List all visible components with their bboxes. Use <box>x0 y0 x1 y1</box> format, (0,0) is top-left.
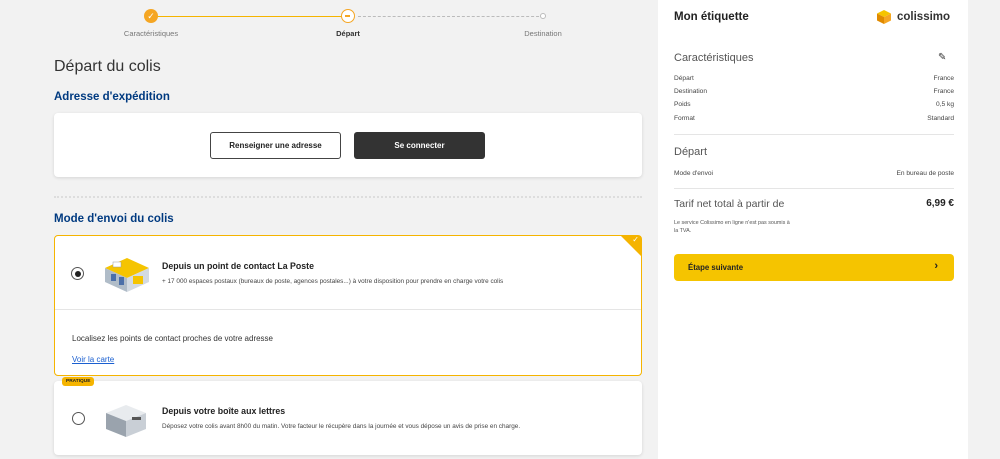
step-label-caracteristiques[interactable]: Caractéristiques <box>124 29 178 38</box>
step-done-check-icon: ✓ <box>144 9 158 23</box>
login-button[interactable]: Se connecter <box>354 132 485 159</box>
step-todo-dot <box>540 13 546 19</box>
next-step-button[interactable]: Étape suivante › <box>674 254 954 281</box>
option-description: Déposez votre colis avant 8h00 du matin.… <box>162 423 521 430</box>
stepper-line-todo <box>358 16 544 17</box>
chevron-right-icon: › <box>934 260 938 272</box>
label-summary-panel: Mon étiquette colissimo Caractéristiques… <box>658 0 968 459</box>
radio-post-office[interactable] <box>71 267 84 280</box>
price-value: 6,99 € <box>926 198 954 209</box>
option-post-office[interactable]: ✓ Depuis un point de contact La Poste + … <box>54 235 642 376</box>
option-description: + 17 000 espaces postaux (bureaux de pos… <box>162 278 504 285</box>
next-step-label: Étape suivante <box>688 263 744 272</box>
brand-name: colissimo <box>897 11 951 23</box>
summary-row: Format Standard <box>674 115 954 122</box>
section-divider <box>54 196 642 198</box>
letterbox-illustration <box>106 405 146 437</box>
vat-note: Le service Colissimo en ligne n'est pas … <box>674 220 790 234</box>
stepper-line-done <box>150 16 347 17</box>
post-office-illustration <box>105 258 149 292</box>
step-label-depart: Départ <box>336 29 360 38</box>
step-current-dot <box>341 9 355 23</box>
enter-address-button[interactable]: Renseigner une adresse <box>210 132 341 159</box>
price-label: Tarif net total à partir de <box>674 198 785 210</box>
option-title: Depuis votre boîte aux lettres <box>162 406 286 416</box>
pratique-badge: PRATIQUE <box>62 377 95 386</box>
option-title: Depuis un point de contact La Poste <box>162 261 315 271</box>
locate-text: Localisez les points de contact proches … <box>72 334 274 343</box>
summary-row: Poids 0,5 kg <box>674 101 954 108</box>
summary-row: Destination France <box>674 88 954 95</box>
colissimo-logo: colissimo <box>876 9 950 25</box>
pencil-icon[interactable]: ✎ <box>938 52 946 63</box>
selected-check-icon: ✓ <box>632 235 639 244</box>
see-map-link[interactable]: Voir la carte <box>72 355 114 364</box>
summary-title: Mon étiquette <box>674 11 749 23</box>
summary-row: Mode d'envoi En bureau de poste <box>674 170 954 177</box>
mode-section-title: Mode d'envoi du colis <box>54 213 174 225</box>
option-divider <box>55 309 641 310</box>
step-label-destination: Destination <box>524 29 562 38</box>
colissimo-logo-icon <box>877 10 891 24</box>
departure-title: Départ <box>674 146 708 158</box>
page-title: Départ du colis <box>54 58 161 75</box>
divider <box>674 188 954 189</box>
address-card: Renseigner une adresse Se connecter <box>54 113 642 177</box>
characteristics-title: Caractéristiques <box>674 52 754 64</box>
option-letterbox[interactable]: Depuis votre boîte aux lettres Déposez v… <box>54 381 642 455</box>
progress-stepper: ✓ Caractéristiques Départ Destination <box>60 0 645 45</box>
divider <box>674 134 954 135</box>
summary-row: Départ France <box>674 75 954 82</box>
radio-letterbox[interactable] <box>72 412 85 425</box>
address-section-title: Adresse d'expédition <box>54 91 170 103</box>
